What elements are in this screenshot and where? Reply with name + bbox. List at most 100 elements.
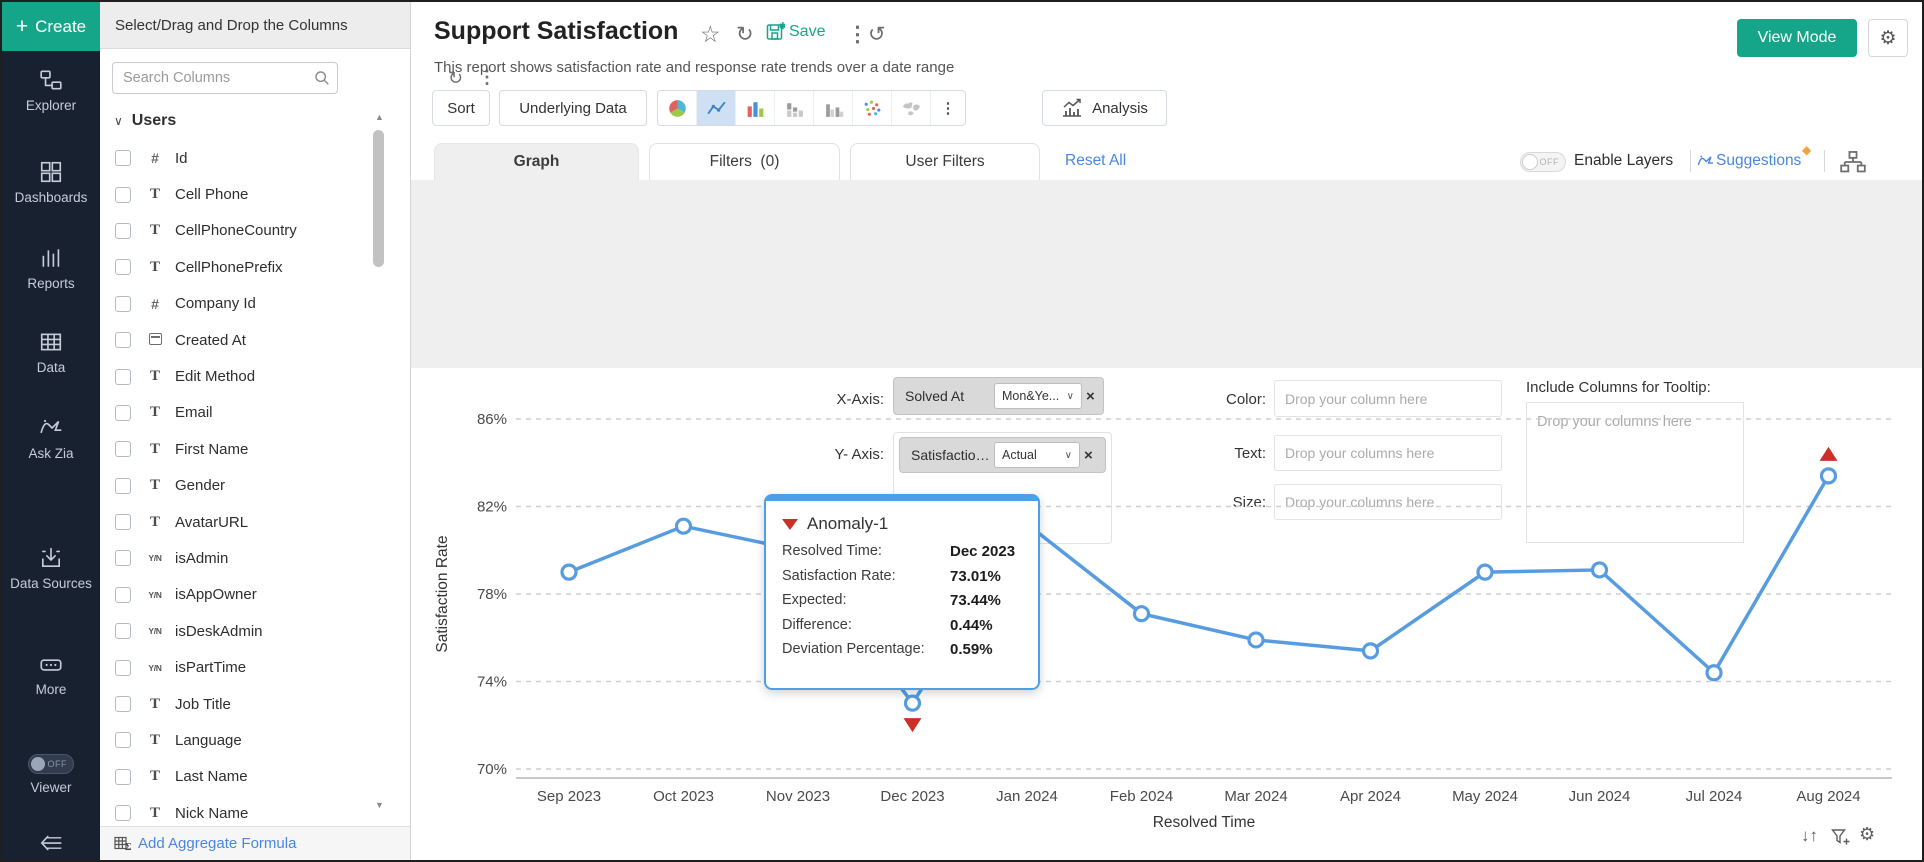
sidebar-item-data[interactable]: Data [2,330,100,375]
viewer-toggle[interactable]: OFF [28,754,74,774]
column-checkbox[interactable] [115,805,131,821]
column-checkbox[interactable] [115,732,131,748]
column-checkbox[interactable] [115,587,131,603]
analysis-icon [1061,98,1083,118]
column-checkbox[interactable] [115,441,131,457]
svg-text:Mar 2024: Mar 2024 [1224,788,1287,805]
column-checkbox[interactable] [115,514,131,530]
text-type-icon: T [144,696,166,713]
suggestions-link[interactable]: Suggestions [1716,152,1801,170]
column-item[interactable]: #Company Id [100,286,390,322]
column-item[interactable]: TCell Phone [100,176,390,212]
column-checkbox[interactable] [115,150,131,166]
report-more-menu-icon[interactable]: ⋮ [847,22,868,47]
view-mode-button[interactable]: View Mode [1737,19,1857,57]
users-group-toggle[interactable]: ∨ Users [114,112,176,130]
text-type-icon: T [144,805,166,822]
undo-icon[interactable]: ↺ [868,22,886,47]
column-label: isAppOwner [175,586,257,603]
column-item[interactable]: TEdit Method [100,358,390,394]
search-columns-input[interactable] [112,62,338,94]
sidebar-item-more[interactable]: More [2,654,100,697]
pie-chart-icon[interactable] [658,91,697,125]
svg-text:Dec 2023: Dec 2023 [880,788,944,805]
column-checkbox[interactable] [115,369,131,385]
column-item[interactable]: #Id [100,140,390,176]
more-chart-types-icon[interactable]: ⋮ [931,91,965,125]
viewer-label: Viewer [30,780,71,795]
column-label: First Name [175,441,248,458]
sidebar-item-dashboards[interactable]: Dashboards [2,160,100,205]
sidebar-item-reports[interactable]: Reports [2,246,100,291]
column-item[interactable]: TAvatarURL [100,504,390,540]
chart-settings-gear-icon[interactable]: ⚙ [1859,824,1875,845]
column-item[interactable]: Y/NisAppOwner [100,577,390,613]
chart-filter-add-icon[interactable] [1831,828,1851,847]
settings-button[interactable]: ⚙ [1868,19,1908,57]
collapse-icon [38,832,64,854]
column-item[interactable]: Y/NisAdmin [100,540,390,576]
tooltip-row-value: 0.44% [950,617,1022,634]
column-label: Edit Method [175,368,255,385]
enable-layers-toggle[interactable]: OFF [1520,152,1566,172]
columns-scrollbar-thumb[interactable] [373,130,384,267]
column-item[interactable]: TCellPhonePrefix [100,249,390,285]
column-checkbox[interactable] [115,623,131,639]
sidebar-item-ask-zia[interactable]: Ask Zia [2,416,100,461]
sort-button[interactable]: Sort [432,90,490,126]
column-item[interactable]: TGender [100,468,390,504]
column-item[interactable]: TNick Name [100,795,390,824]
column-item[interactable]: TCellPhoneCountry [100,213,390,249]
analysis-button[interactable]: Analysis [1042,90,1167,126]
sidebar-item-data-sources[interactable]: Data Sources [2,546,100,591]
column-checkbox[interactable] [115,405,131,421]
tab-filters[interactable]: Filters (0) [649,143,840,180]
create-label: Create [35,17,86,37]
favorite-star-icon[interactable]: ☆ [700,21,721,48]
column-item[interactable]: TLanguage [100,722,390,758]
save-button[interactable]: ✱ Save [766,22,825,41]
tab-user-filters[interactable]: User Filters [850,143,1040,180]
stacked-bar-chart-icon[interactable] [775,91,814,125]
scatter-chart-icon[interactable] [853,91,892,125]
column-item[interactable]: TLast Name [100,759,390,795]
column-checkbox[interactable] [115,332,131,348]
underlying-data-button[interactable]: Underlying Data [499,90,647,126]
columns-panel-header: Select/Drag and Drop the Columns [100,2,410,49]
column-item[interactable]: TJob Title [100,686,390,722]
text-type-icon: T [144,259,166,276]
column-checkbox[interactable] [115,296,131,312]
scroll-up-arrow[interactable]: ▲ [375,112,384,122]
create-button[interactable]: + Create [2,2,100,51]
column-checkbox[interactable] [115,769,131,785]
viewer-toggle-item[interactable]: OFF Viewer [2,754,100,795]
column-item[interactable]: TEmail [100,395,390,431]
columns-panel: Select/Drag and Drop the Columns ↻ ⋮ ∨ U… [100,2,411,860]
map-chart-icon[interactable] [892,91,931,125]
column-item[interactable]: TFirst Name [100,431,390,467]
sidebar-item-explorer[interactable]: Explorer [2,68,100,113]
scroll-down-arrow[interactable]: ▼ [375,800,384,810]
line-chart-icon-selected[interactable] [697,91,736,125]
column-label: Last Name [175,768,248,785]
column-checkbox[interactable] [115,660,131,676]
chart-sort-icon[interactable]: ↓↑ [1801,826,1818,846]
reset-all-link[interactable]: Reset All [1065,152,1126,170]
column-item[interactable]: Y/NisPartTime [100,649,390,685]
column-checkbox[interactable] [115,478,131,494]
collapse-sidebar-button[interactable] [2,832,100,860]
number-type-icon: # [144,150,166,166]
column-item[interactable]: Created At [100,322,390,358]
grouped-bar-chart-icon[interactable] [814,91,853,125]
add-aggregate-formula-link[interactable]: Add Aggregate Formula [138,835,296,852]
column-checkbox[interactable] [115,550,131,566]
refresh-report-icon[interactable]: ↻ [736,22,754,47]
hierarchy-view-icon[interactable] [1840,150,1866,174]
column-checkbox[interactable] [115,696,131,712]
column-checkbox[interactable] [115,187,131,203]
bar-chart-icon[interactable] [736,91,775,125]
tab-graph[interactable]: Graph [434,143,639,180]
column-checkbox[interactable] [115,223,131,239]
column-checkbox[interactable] [115,259,131,275]
column-item[interactable]: Y/NisDeskAdmin [100,613,390,649]
